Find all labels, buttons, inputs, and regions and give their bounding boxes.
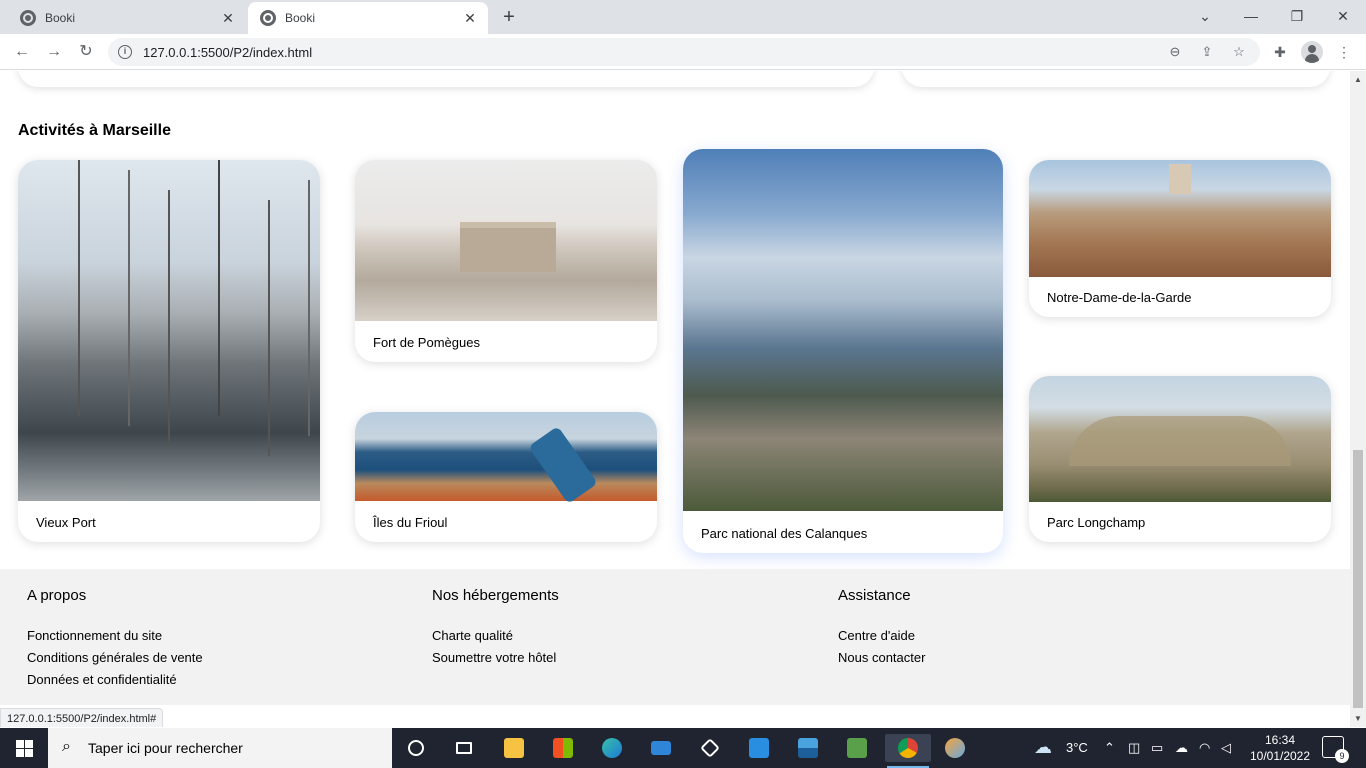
- globe-icon: [20, 10, 36, 26]
- globe-icon: [260, 10, 276, 26]
- extensions-puzzle-icon[interactable]: ✚: [1270, 42, 1290, 62]
- footer-column-a-propos: A propos Fonctionnement du site Conditio…: [27, 587, 203, 691]
- mail-icon[interactable]: [646, 734, 676, 762]
- share-icon[interactable]: ⇪: [1198, 43, 1216, 61]
- battery-icon[interactable]: ▭: [1151, 740, 1163, 756]
- activity-card-calanques[interactable]: Parc national des Calanques: [683, 149, 1003, 553]
- activity-label: Fort de Pomègues: [373, 335, 480, 350]
- activity-label: Parc national des Calanques: [701, 526, 868, 541]
- page-viewport: Activités à Marseille Vieux Port Fort de…: [0, 71, 1350, 727]
- task-view-icon[interactable]: [449, 734, 479, 762]
- forward-arrow-icon[interactable]: →: [42, 40, 66, 64]
- scroll-up-arrow-icon[interactable]: ▲: [1350, 72, 1366, 88]
- taskbar-search-placeholder: Taper ici pour rechercher: [88, 740, 243, 756]
- footer-heading: Assistance: [838, 587, 911, 604]
- site-footer: A propos Fonctionnement du site Conditio…: [0, 569, 1350, 705]
- windows-start-icon[interactable]: [0, 728, 48, 768]
- minimize-icon[interactable]: —: [1238, 4, 1264, 28]
- browser-tab-strip: Booki ✕ Booki ✕ + ⌄ — ❐ ✕: [0, 0, 1366, 34]
- volume-icon[interactable]: ◁: [1221, 740, 1231, 756]
- reload-icon[interactable]: ↻: [74, 40, 98, 64]
- onedrive-cloud-icon[interactable]: ☁: [1175, 740, 1188, 756]
- spreadsheet-app-icon[interactable]: [842, 734, 872, 762]
- footer-link[interactable]: Charte qualité: [432, 625, 559, 647]
- device-icon[interactable]: ◫: [1128, 740, 1140, 756]
- notification-count: 9: [1335, 749, 1349, 763]
- activity-label: Vieux Port: [36, 515, 96, 530]
- activity-image: [683, 149, 1003, 511]
- activity-card-fort-de-pomegues[interactable]: Fort de Pomègues: [355, 160, 657, 362]
- close-icon[interactable]: ✕: [462, 10, 478, 26]
- new-tab-plus-icon[interactable]: +: [498, 6, 520, 28]
- clock-time: 16:34: [1264, 733, 1296, 747]
- window-close-icon[interactable]: ✕: [1330, 4, 1356, 28]
- clock-date: 10/01/2022: [1249, 749, 1311, 763]
- activity-image: [1029, 160, 1331, 277]
- activity-image: [1029, 376, 1331, 502]
- file-explorer-icon[interactable]: [499, 734, 529, 762]
- cortana-icon[interactable]: [401, 734, 431, 762]
- footer-heading: Nos hébergements: [432, 587, 559, 604]
- activity-image: [355, 412, 657, 501]
- activity-image: [355, 160, 657, 321]
- footer-link[interactable]: Centre d'aide: [838, 625, 925, 647]
- address-bar[interactable]: i 127.0.0.1:5500/P2/index.html ⊖ ⇪ ☆: [108, 38, 1260, 66]
- activity-label: Notre-Dame-de-la-Garde: [1047, 290, 1192, 305]
- edge-browser-icon[interactable]: [597, 734, 627, 762]
- menu-kebab-icon[interactable]: ⋮: [1334, 42, 1354, 62]
- activity-card-notre-dame-de-la-garde[interactable]: Notre-Dame-de-la-Garde: [1029, 160, 1331, 317]
- weather-temperature[interactable]: 3°C: [1066, 740, 1088, 755]
- activity-label: Parc Longchamp: [1047, 515, 1146, 530]
- footer-link[interactable]: Données et confidentialité: [27, 669, 203, 691]
- footer-link[interactable]: Fonctionnement du site: [27, 625, 203, 647]
- link-status-bar: 127.0.0.1:5500/P2/index.html#: [0, 708, 164, 727]
- scrollbar-thumb[interactable]: [1353, 450, 1363, 708]
- taskbar-search-box[interactable]: ⌕ Taper ici pour rechercher: [48, 728, 392, 768]
- taskbar-clock[interactable]: 16:34 10/01/2022: [1248, 732, 1312, 764]
- microsoft-store-icon[interactable]: [548, 734, 578, 762]
- browser-toolbar: ← → ↻ i 127.0.0.1:5500/P2/index.html ⊖ ⇪…: [0, 34, 1366, 70]
- activity-card-parc-longchamp[interactable]: Parc Longchamp: [1029, 376, 1331, 542]
- site-info-icon[interactable]: i: [118, 45, 132, 59]
- chrome-icon[interactable]: [885, 734, 931, 768]
- section-title: Activités à Marseille: [18, 122, 171, 139]
- notification-center-icon[interactable]: 9: [1322, 736, 1349, 763]
- activity-image: [18, 160, 320, 501]
- bookmark-star-icon[interactable]: ☆: [1230, 43, 1248, 61]
- browser-tab-active[interactable]: Booki ✕: [248, 2, 488, 34]
- footer-column-assistance: Assistance Centre d'aide Nous contacter: [838, 587, 925, 669]
- footer-link[interactable]: Nous contacter: [838, 647, 925, 669]
- browser-tab[interactable]: Booki ✕: [8, 2, 246, 34]
- cloud-weather-icon[interactable]: ☁: [1034, 737, 1052, 758]
- wifi-icon[interactable]: ◠: [1199, 740, 1210, 756]
- footer-column-hebergements: Nos hébergements Charte qualité Soumettr…: [432, 587, 559, 669]
- address-url[interactable]: 127.0.0.1:5500/P2/index.html: [143, 45, 312, 60]
- zoom-icon[interactable]: ⊖: [1166, 43, 1184, 61]
- back-arrow-icon[interactable]: ←: [10, 40, 34, 64]
- 3d-cube-icon[interactable]: [695, 734, 725, 762]
- photos-icon[interactable]: [793, 734, 823, 762]
- chevron-up-icon[interactable]: ⌃: [1104, 740, 1115, 756]
- activity-label: Îles du Frioul: [373, 515, 448, 530]
- paint-palette-icon[interactable]: [940, 734, 970, 762]
- profile-avatar-icon[interactable]: [1301, 41, 1323, 63]
- search-icon: ⌕: [62, 738, 71, 755]
- windows-taskbar: ⌕ Taper ici pour rechercher ☁ 3°C ⌃ ◫ ▭ …: [0, 728, 1366, 768]
- tab-title: Booki: [45, 11, 76, 25]
- tab-search-chevron-icon[interactable]: ⌄: [1192, 4, 1218, 28]
- previous-section-card: [902, 71, 1330, 87]
- close-icon[interactable]: ✕: [220, 10, 236, 26]
- footer-link[interactable]: Soumettre votre hôtel: [432, 647, 559, 669]
- previous-section-card: [18, 71, 874, 87]
- tab-title: Booki: [285, 11, 316, 25]
- activity-card-vieux-port[interactable]: Vieux Port: [18, 160, 320, 542]
- vscode-icon[interactable]: [744, 734, 774, 762]
- footer-heading: A propos: [27, 587, 87, 604]
- activity-card-iles-du-frioul[interactable]: Îles du Frioul: [355, 412, 657, 542]
- restore-icon[interactable]: ❐: [1284, 4, 1310, 28]
- scroll-down-arrow-icon[interactable]: ▼: [1350, 711, 1366, 727]
- footer-link[interactable]: Conditions générales de vente: [27, 647, 203, 669]
